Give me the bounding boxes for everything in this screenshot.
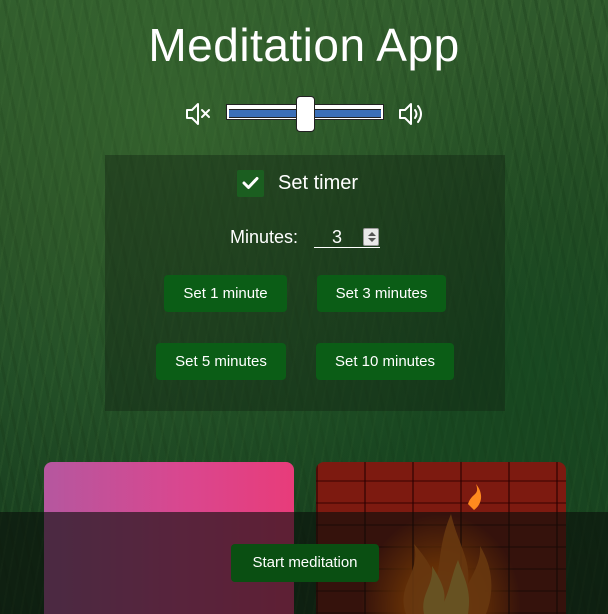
minutes-input[interactable]: 3	[314, 227, 380, 248]
minutes-stepper[interactable]	[363, 228, 379, 246]
stepper-down-icon[interactable]	[368, 238, 376, 242]
set-3-minutes-button[interactable]: Set 3 minutes	[317, 275, 446, 312]
speaker-muted-icon[interactable]	[184, 101, 212, 127]
app-title: Meditation App	[148, 19, 460, 71]
set-10-minutes-button[interactable]: Set 10 minutes	[316, 343, 454, 380]
checkmark-icon	[242, 177, 259, 189]
set-1-minute-button[interactable]: Set 1 minute	[164, 275, 287, 312]
set-timer-checkbox[interactable]	[237, 170, 264, 197]
volume-slider-thumb[interactable]	[296, 96, 315, 132]
set-5-minutes-button[interactable]: Set 5 minutes	[156, 343, 286, 380]
stepper-up-icon[interactable]	[368, 232, 376, 236]
minutes-value: 3	[332, 227, 343, 247]
set-timer-label[interactable]: Set timer	[278, 172, 358, 195]
start-meditation-button[interactable]: Start meditation	[231, 544, 379, 582]
speaker-loud-icon[interactable]	[397, 101, 425, 127]
minutes-label: Minutes:	[230, 227, 299, 247]
